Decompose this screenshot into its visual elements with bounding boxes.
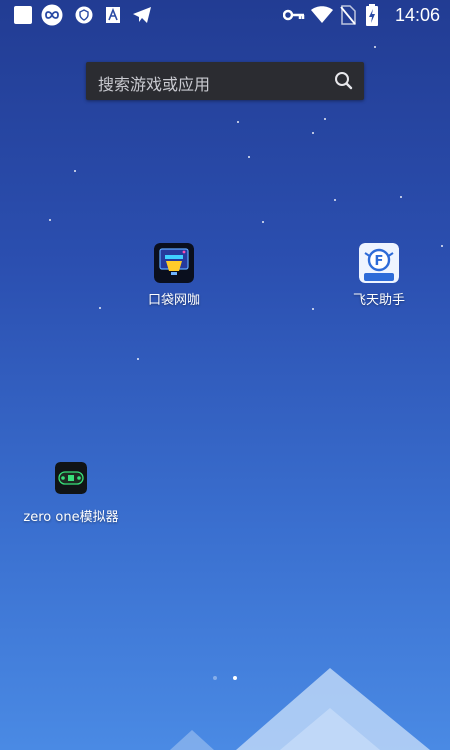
feitian-helper-app-icon: F bbox=[359, 243, 399, 283]
search-bar[interactable]: 搜索游戏或应用 bbox=[86, 62, 364, 100]
star bbox=[312, 132, 314, 134]
star bbox=[248, 156, 250, 158]
star bbox=[74, 170, 76, 172]
star bbox=[312, 308, 314, 310]
pocket-netcafe-app-icon bbox=[154, 243, 194, 283]
app-zero-one-emulator[interactable]: zero one模拟器 bbox=[21, 462, 121, 525]
app-label: zero one模拟器 bbox=[23, 510, 119, 525]
status-time: 14:06 bbox=[394, 5, 440, 25]
app-label: 飞天助手 bbox=[352, 293, 405, 308]
app-square-icon bbox=[12, 4, 34, 26]
app-pocket-netcafe[interactable]: 口袋网咖 bbox=[134, 243, 214, 308]
telegram-send-icon bbox=[131, 4, 153, 26]
star bbox=[374, 46, 376, 48]
infinity-app-icon bbox=[40, 4, 64, 26]
shield-app-icon bbox=[74, 4, 94, 26]
star bbox=[137, 358, 139, 360]
star bbox=[334, 199, 336, 201]
font-app-icon bbox=[104, 4, 122, 26]
search-icon bbox=[334, 71, 354, 91]
wifi-icon bbox=[310, 4, 334, 26]
star bbox=[262, 221, 264, 223]
vpn-key-icon bbox=[282, 4, 306, 26]
star bbox=[441, 245, 443, 247]
mountain-wallpaper bbox=[170, 668, 430, 750]
star bbox=[99, 307, 101, 309]
no-sim-icon bbox=[338, 4, 358, 26]
app-feitian-helper[interactable]: F 飞天助手 bbox=[339, 243, 419, 308]
search-placeholder: 搜索游戏或应用 bbox=[98, 75, 211, 94]
star bbox=[49, 219, 51, 221]
star bbox=[400, 196, 402, 198]
zero-one-emulator-app-icon bbox=[55, 462, 87, 494]
status-bar: 14:06 bbox=[0, 0, 450, 30]
battery-charging-icon bbox=[364, 4, 380, 26]
app-label: 口袋网咖 bbox=[147, 293, 200, 308]
svg-text:F: F bbox=[375, 254, 384, 269]
star bbox=[237, 121, 239, 123]
star bbox=[324, 118, 326, 120]
